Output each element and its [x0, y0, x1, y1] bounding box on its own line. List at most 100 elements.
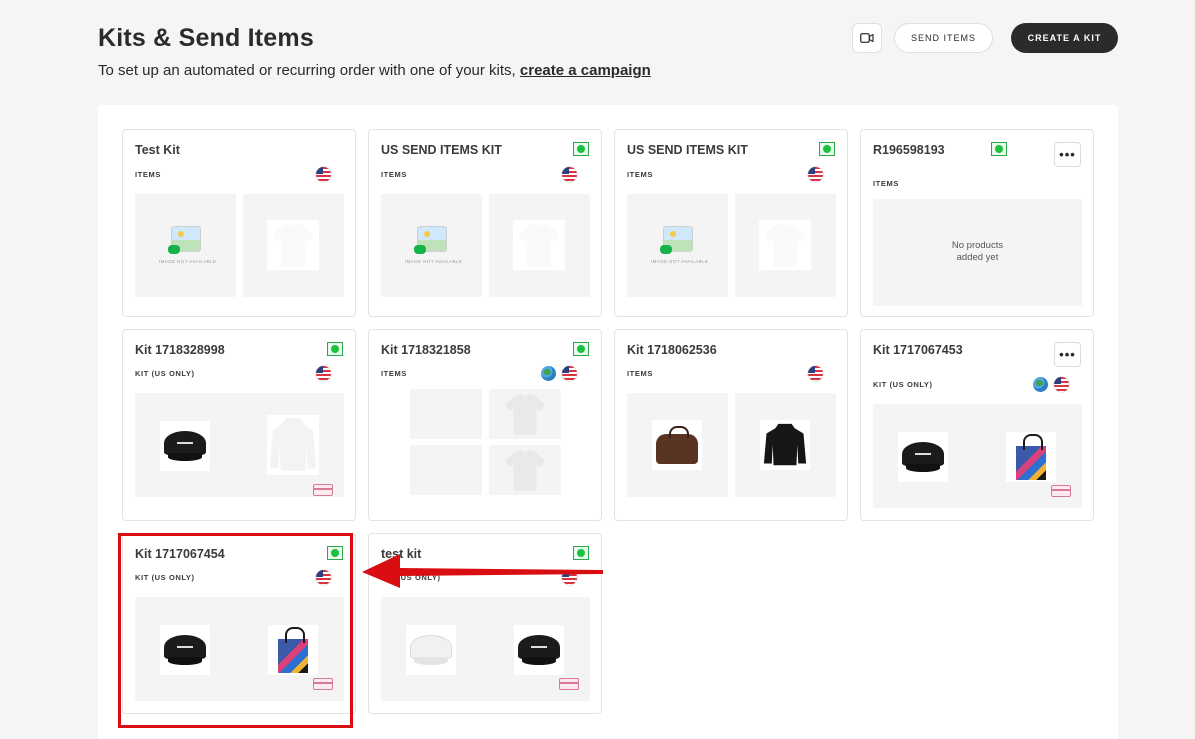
product-tile: [627, 393, 728, 497]
kit-card[interactable]: US SEND ITEMS KIT ITEMS IMAGE NOT AVAILA…: [614, 129, 848, 317]
us-flag-icon: [562, 167, 577, 182]
image-not-available-label: IMAGE NOT AVAILABLE: [159, 259, 217, 264]
image-not-available-label: IMAGE NOT AVAILABLE: [405, 259, 463, 264]
grey-tshirt-image: [504, 393, 546, 435]
kit-type-label: KIT (US ONLY): [873, 380, 933, 389]
image-placeholder-icon: [168, 226, 201, 254]
kit-title: Kit 1718321858: [381, 343, 471, 357]
product-tile: [735, 393, 836, 497]
grey-tshirt-image: [504, 449, 546, 491]
black-cap-image: [902, 442, 944, 472]
kit-type-label: ITEMS: [381, 170, 407, 179]
product-image: [760, 420, 810, 470]
kit-title: Kit 1718062536: [627, 343, 717, 357]
product-tile: [410, 445, 482, 495]
package-icon: [1051, 485, 1071, 497]
empty-line-2: added yet: [956, 252, 999, 263]
kit-card[interactable]: Kit 1718328998 KIT (US ONLY): [122, 329, 356, 521]
tshirt-image: [271, 223, 315, 267]
image-placeholder-icon: [414, 226, 447, 254]
product-image: [898, 432, 948, 482]
create-campaign-link[interactable]: create a campaign: [520, 62, 651, 79]
us-flag-icon: [562, 366, 577, 381]
image-placeholder-icon: [660, 226, 693, 254]
kit-type-label: ITEMS: [627, 369, 653, 378]
kit-type-label: ITEMS: [873, 179, 899, 188]
empty-line-1: No products: [951, 240, 1004, 251]
product-tile: IMAGE NOT AVAILABLE: [135, 194, 236, 297]
more-options-button[interactable]: •••: [1054, 142, 1081, 167]
product-tile: [243, 194, 344, 297]
page-subtitle: To set up an automated or recurring orde…: [98, 62, 651, 79]
product-tile: IMAGE NOT AVAILABLE: [381, 194, 482, 297]
kit-title: US SEND ITEMS KIT: [381, 143, 502, 157]
product-tile: [489, 194, 590, 297]
kit-card[interactable]: Kit 1718062536 ITEMS: [614, 329, 848, 521]
kit-card[interactable]: Kit 1717067453 ••• KIT (US ONLY): [860, 329, 1094, 521]
product-image: [267, 415, 319, 475]
kit-card[interactable]: Test Kit ITEMS IMAGE NOT AVAILABLE: [122, 129, 356, 317]
video-tutorial-button[interactable]: [852, 23, 882, 53]
black-cap-image: [518, 635, 560, 665]
empty-products-text: No products added yet: [873, 240, 1082, 264]
white-cap-image: [410, 635, 452, 665]
kit-card[interactable]: Kit 1718321858 ITEMS: [368, 329, 602, 521]
tshirt-image: [763, 223, 807, 267]
product-tile: [735, 194, 836, 297]
product-tile: [873, 404, 1082, 508]
us-flag-icon: [808, 167, 823, 182]
kit-title: R196598193: [873, 143, 945, 157]
product-image: [514, 625, 564, 675]
package-icon: [313, 484, 333, 496]
active-status-icon: [991, 142, 1007, 156]
active-status-icon: [819, 142, 835, 156]
globe-icon: [541, 366, 556, 381]
product-tile: [135, 393, 344, 497]
us-flag-icon: [808, 366, 823, 381]
kit-title: Test Kit: [135, 143, 180, 157]
active-status-icon: [327, 342, 343, 356]
kit-title: Kit 1717067453: [873, 343, 963, 357]
product-tile: [489, 445, 561, 495]
tote-bag-image: [1016, 434, 1046, 480]
black-cap-image: [164, 431, 206, 461]
product-image: [267, 220, 319, 270]
us-flag-icon: [316, 366, 331, 381]
more-options-button[interactable]: •••: [1054, 342, 1081, 367]
leather-bag-image: [656, 426, 698, 464]
red-arrow-icon: [362, 554, 603, 588]
image-not-available-label: IMAGE NOT AVAILABLE: [651, 259, 709, 264]
black-jacket-image: [763, 423, 807, 466]
product-tile: IMAGE NOT AVAILABLE: [627, 194, 728, 297]
kit-type-label: ITEMS: [381, 369, 407, 378]
white-hoodie-image: [424, 449, 468, 490]
product-image: [759, 220, 811, 270]
create-kit-button[interactable]: CREATE A KIT: [1011, 23, 1118, 53]
product-tile: [410, 389, 482, 439]
kit-card[interactable]: US SEND ITEMS KIT ITEMS IMAGE NOT AVAILA…: [368, 129, 602, 317]
us-flag-icon: [316, 167, 331, 182]
white-hoodie-image: [269, 418, 317, 471]
globe-icon: [1033, 377, 1048, 392]
us-flag-icon: [1054, 377, 1069, 392]
package-icon: [559, 678, 579, 690]
kit-card[interactable]: R196598193 ••• ITEMS No products added y…: [860, 129, 1094, 317]
product-image: [652, 420, 702, 470]
page-title: Kits & Send Items: [98, 24, 314, 52]
active-status-icon: [573, 142, 589, 156]
product-image: [1006, 432, 1056, 482]
product-image: [513, 220, 565, 270]
kit-type-label: KIT (US ONLY): [135, 369, 195, 378]
send-items-button[interactable]: SEND ITEMS: [894, 23, 993, 53]
kit-title: Kit 1718328998: [135, 343, 225, 357]
kit-type-label: ITEMS: [627, 170, 653, 179]
product-image: [160, 421, 210, 471]
kit-title: US SEND ITEMS KIT: [627, 143, 748, 157]
product-tile: [489, 389, 561, 439]
tshirt-image: [517, 223, 561, 267]
product-tile: [381, 597, 590, 701]
white-hoodie-image: [424, 393, 468, 434]
active-status-icon: [573, 342, 589, 356]
highlight-box: [118, 533, 353, 728]
subtitle-text: To set up an automated or recurring orde…: [98, 62, 516, 79]
